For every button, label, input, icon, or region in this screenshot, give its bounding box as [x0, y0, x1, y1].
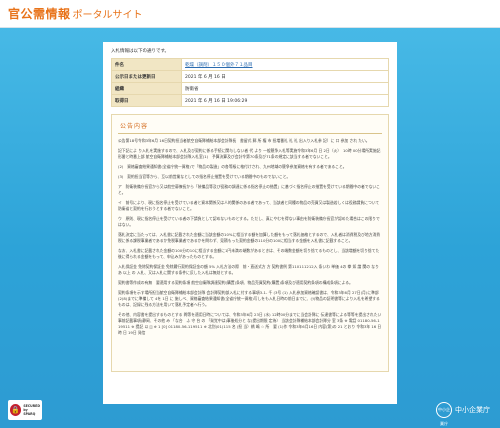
lock-icon: 🔒	[10, 404, 22, 416]
brand-text: 中小企業庁	[455, 406, 490, 414]
footer-brand[interactable]: 中小企業庁 中小企業庁	[436, 402, 490, 426]
secured-line2: by SPARQ	[23, 408, 36, 416]
site-logo-main[interactable]: 官公需情報	[8, 5, 71, 22]
meta-label: 件名	[111, 58, 182, 71]
meta-value: 防衛省	[181, 82, 389, 95]
content-paragraph: ア 防衛装備庁長官から又は航空幕僚長から「装備品等及び役務の調達に係る指名停止の…	[118, 184, 380, 195]
meta-table: 件名 乾燥（調剤）１５０個外７１品目 公示日または更新日 2021 年 6 月 …	[111, 58, 389, 107]
content-paragraph: 落札決定に当たっては、入札書に記載された金額に当該金額の10%に相当する額を加算…	[118, 232, 381, 243]
content-paragraph: (2) 資格審査結果通知書(全省庁統一資格)で「物品の製造」の各等級に格付けされ…	[118, 164, 347, 169]
meta-label: 組織	[111, 82, 182, 95]
site-logo-sub[interactable]: ポータルサイト	[73, 6, 143, 21]
title-link[interactable]: 乾燥（調剤）１５０個外７１品目	[185, 63, 253, 68]
detail-panel: 入札情報は以下の通りです。 件名 乾燥（調剤）１５０個外７１品目 公示日または更…	[103, 42, 397, 404]
content-title: 公告内容	[120, 123, 149, 130]
content-paragraph: 契約書等作成の有無 要適用する契約条項 航空自衛隊調達契約(購置)条項、物品売買…	[118, 280, 353, 285]
announcement-content: 公告内容 公告第18号令和3年6月 16日契約担当者航空自衛隊補給本部会計隊長 …	[111, 114, 389, 372]
secured-badge-text: SECURED by SPARQ	[23, 404, 40, 416]
content-paragraph: ウ 原則、現に指名停止を受けている者の下請負として認めないものとする。ただし、真…	[118, 216, 380, 227]
top-header: 官公需情報 ポータルサイト	[0, 0, 500, 28]
table-row: 組織 防衛省	[111, 82, 389, 95]
content-paragraph: (3) 契約担当官等から、互以前営業なとしての指名停止措置を受けている期間中のも…	[118, 174, 291, 179]
table-row: 件名 乾燥（調剤）１５０個外７１品目	[111, 58, 389, 71]
content-paragraph: 記下記によ り入札を実施するので、入札及び契約に係る手続に関与しない者 代 より…	[118, 148, 381, 159]
brand-emblem-icon: 中小企業庁	[436, 402, 452, 426]
meta-value: 2021 年 6 月 16 日	[181, 70, 389, 83]
intro-text: 入札情報は以下の通りです。	[111, 49, 170, 54]
content-paragraph: 契約条項を示す場所担当航空自衛隊補給本部会計隊 会計隊契約部入札に付する事項3-…	[118, 290, 380, 307]
content-divider	[118, 133, 382, 134]
content-paragraph: 公告第18号令和3年6月 16日契約担当者航空自衛隊補給本部会計隊長 書留式 郵…	[118, 138, 370, 143]
content-paragraph: なお、入札書に記載された金額の100分の10に相当する金額に1円未満の端数がある…	[118, 248, 380, 259]
meta-label: 取得日	[111, 94, 182, 107]
table-row: 公示日または更新日 2021 年 6 月 16 日	[111, 70, 389, 83]
secured-badge[interactable]: 🔒 SECURED by SPARQ	[8, 400, 42, 420]
content-paragraph: 入札保証金 免除契約保証金 免除履行契約保証金の額 5% 入札方法の際 前・直送…	[118, 264, 379, 275]
meta-value: 2021 年 6 月 16 日 19:06:29	[181, 94, 389, 107]
content-paragraph: その他、内容書を提出するものとする 問等を適用日時については、令和3年6月 23…	[118, 312, 382, 335]
meta-label: 公示日または更新日	[111, 70, 182, 83]
table-row: 取得日 2021 年 6 月 16 日 19:06:29	[111, 94, 389, 107]
content-paragraph: イ 前号により、現に指名停止を受けている者と資本関係又は人的関係のある者であって…	[118, 200, 380, 211]
meta-value: 乾燥（調剤）１５０個外７１品目	[181, 58, 389, 71]
